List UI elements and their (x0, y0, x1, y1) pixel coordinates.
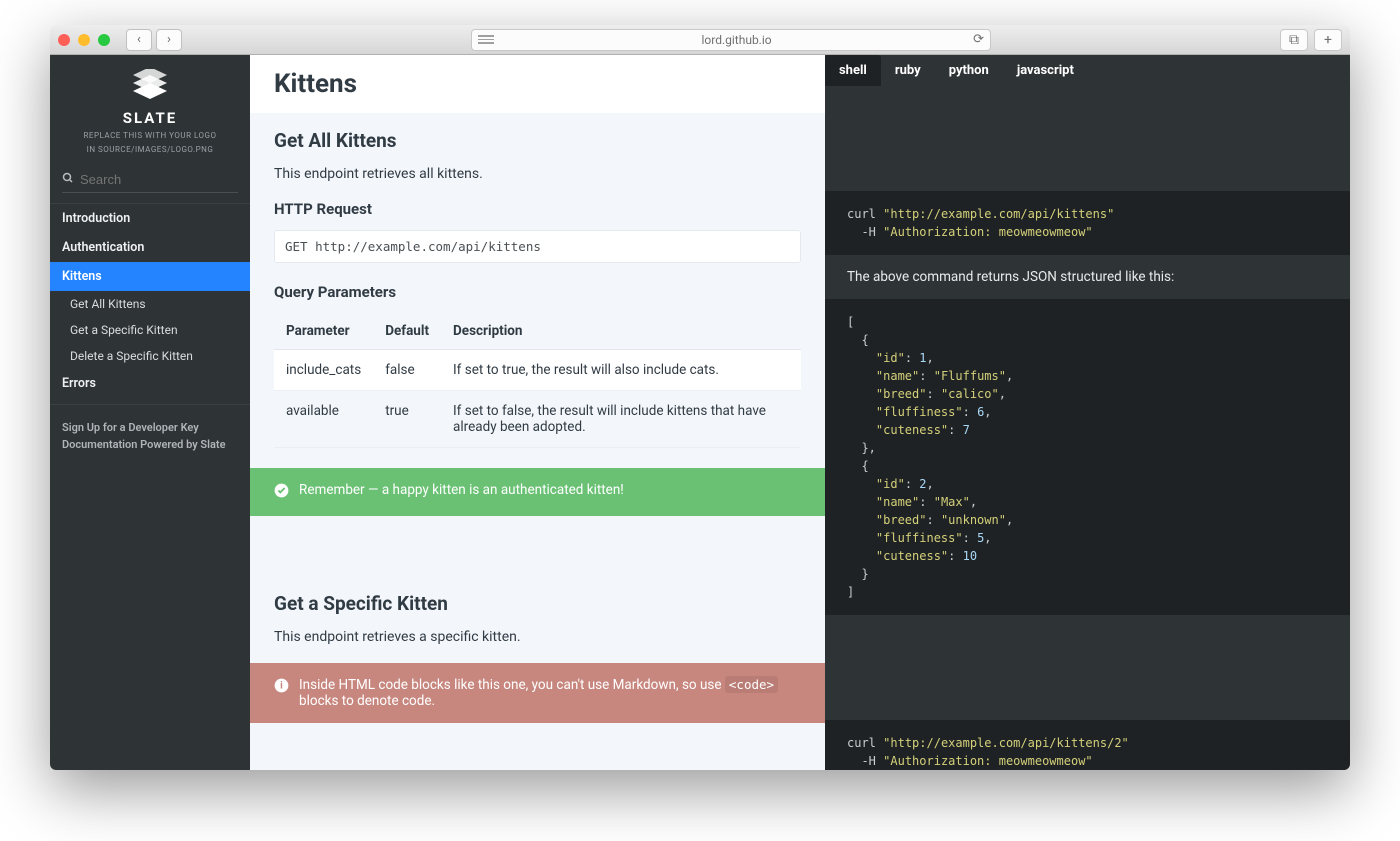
url-text: lord.github.io (500, 33, 973, 47)
nav-sub-get-specific-kitten[interactable]: Get a Specific Kitten (50, 317, 250, 343)
tok: "http://example.com/api/kittens/2" (883, 736, 1129, 750)
address-bar-wrap: lord.github.io ⟳ (182, 29, 1280, 51)
tok: curl (847, 207, 876, 221)
th-parameter: Parameter (274, 313, 373, 350)
logo-subtitle-2: IN SOURCE/IMAGES/LOGO.PNG (62, 145, 238, 155)
query-params-table: Parameter Default Description include_ca… (274, 313, 801, 448)
logo-icon (129, 69, 171, 105)
th-default: Default (373, 313, 441, 350)
nav-item-errors[interactable]: Errors (50, 369, 250, 398)
callout-warning-text: Inside HTML code blocks like this one, y… (299, 677, 801, 709)
tab-ruby[interactable]: ruby (881, 55, 935, 86)
td-desc: If set to true, the result will also inc… (441, 350, 801, 391)
check-circle-icon (274, 483, 289, 502)
table-row: include_cats false If set to true, the r… (274, 350, 801, 391)
tok: curl (847, 736, 876, 750)
nav-sub-delete-specific-kitten[interactable]: Delete a Specific Kitten (50, 343, 250, 369)
spacer (825, 615, 1350, 720)
table-header-row: Parameter Default Description (274, 313, 801, 350)
desc-get-specific: This endpoint retrieves a specific kitte… (274, 629, 801, 645)
query-params-heading: Query Parameters (274, 283, 801, 301)
table-row: available true If set to false, the resu… (274, 391, 801, 448)
section-header: Kittens (250, 55, 825, 113)
nav-item-introduction[interactable]: Introduction (50, 204, 250, 233)
spacer (825, 86, 1350, 191)
sidebar: SLATE REPLACE THIS WITH YOUR LOGO IN SOU… (50, 55, 250, 770)
tok: -H (861, 754, 875, 768)
nav-buttons: ‹ › (126, 29, 182, 51)
nav-sublist-kittens: Get All Kittens Get a Specific Kitten De… (50, 291, 250, 369)
browser-window: ‹ › lord.github.io ⟳ ⧉ + (50, 25, 1350, 770)
nav-list: Introduction Authentication Kittens Get … (50, 204, 250, 398)
td-param: available (274, 391, 373, 448)
heading-get-all: Get All Kittens (274, 129, 801, 152)
section-get-all-kittens: Get All Kittens This endpoint retrieves … (250, 113, 825, 448)
desc-get-all: This endpoint retrieves all kittens. (274, 166, 801, 182)
logo-block: SLATE REPLACE THIS WITH YOUR LOGO IN SOU… (50, 55, 250, 166)
code-panel[interactable]: shell ruby python javascript curl "http:… (825, 55, 1350, 770)
td-default: true (373, 391, 441, 448)
close-window-button[interactable] (58, 34, 70, 46)
nav-item-authentication[interactable]: Authentication (50, 233, 250, 262)
info-circle-icon: i (274, 678, 289, 697)
tab-python[interactable]: python (935, 55, 1003, 86)
json-block-1: [ { "id": 1, "name": "Fluffums", "breed"… (825, 299, 1350, 615)
search-box[interactable] (62, 172, 238, 193)
tab-javascript[interactable]: javascript (1003, 55, 1088, 86)
refresh-button[interactable]: ⟳ (973, 32, 984, 47)
callout-success-text: Remember — a happy kitten is an authenti… (299, 482, 624, 498)
callout-warn-pre: Inside HTML code blocks like this one, y… (299, 677, 722, 693)
tok: -H (861, 225, 875, 239)
th-description: Description (441, 313, 801, 350)
section-get-specific-kitten: Get a Specific Kitten This endpoint retr… (250, 576, 825, 645)
page-title: Kittens (274, 69, 801, 99)
tok: "Authorization: meowmeowmeow" (883, 754, 1093, 768)
callout-warning: i Inside HTML code blocks like this one,… (250, 663, 825, 723)
tok: "http://example.com/api/kittens" (883, 207, 1114, 221)
logo-title: SLATE (62, 109, 238, 127)
note-1: The above command returns JSON structure… (825, 255, 1350, 299)
maximize-window-button[interactable] (98, 34, 110, 46)
bottom-pad (250, 723, 825, 743)
reader-icon[interactable] (478, 35, 494, 44)
callout-warn-post: blocks to denote code. (299, 693, 435, 709)
http-request-line: GET http://example.com/api/kittens (274, 230, 801, 263)
search-icon (62, 172, 74, 188)
callout-inline-code: <code> (725, 676, 778, 693)
nav-item-kittens[interactable]: Kittens (50, 262, 250, 291)
tok: "Authorization: meowmeowmeow" (883, 225, 1093, 239)
language-tabs: shell ruby python javascript (825, 55, 1350, 86)
tabs-button[interactable]: ⧉ (1280, 29, 1308, 51)
curl-block-1: curl "http://example.com/api/kittens" -H… (825, 191, 1350, 255)
minimize-window-button[interactable] (78, 34, 90, 46)
traffic-lights (58, 34, 110, 46)
app: SLATE REPLACE THIS WITH YOUR LOGO IN SOU… (50, 55, 1350, 770)
td-desc: If set to false, the result will include… (441, 391, 801, 448)
heading-get-specific: Get a Specific Kitten (274, 592, 801, 615)
tab-shell[interactable]: shell (825, 55, 881, 86)
footer-signup-link[interactable]: Sign Up for a Developer Key (62, 419, 238, 436)
back-button[interactable]: ‹ (126, 29, 152, 51)
td-default: false (373, 350, 441, 391)
sidebar-footer: Sign Up for a Developer Key Documentatio… (50, 404, 250, 467)
new-tab-button[interactable]: + (1314, 29, 1342, 51)
td-param: include_cats (274, 350, 373, 391)
logo-subtitle-1: REPLACE THIS WITH YOUR LOGO (62, 131, 238, 141)
section-divider (250, 516, 825, 576)
http-request-heading: HTTP Request (274, 200, 801, 218)
search-input[interactable] (80, 172, 238, 187)
callout-success: Remember — a happy kitten is an authenti… (250, 468, 825, 516)
search-row (50, 166, 250, 204)
curl-block-2: curl "http://example.com/api/kittens/2" … (825, 720, 1350, 770)
content[interactable]: Kittens Get All Kittens This endpoint re… (250, 55, 825, 770)
footer-powered-link[interactable]: Documentation Powered by Slate (62, 436, 238, 453)
titlebar: ‹ › lord.github.io ⟳ ⧉ + (50, 25, 1350, 55)
forward-button[interactable]: › (156, 29, 182, 51)
svg-text:i: i (280, 681, 283, 692)
nav-sub-get-all-kittens[interactable]: Get All Kittens (50, 291, 250, 317)
address-bar[interactable]: lord.github.io ⟳ (471, 29, 991, 51)
titlebar-right: ⧉ + (1280, 29, 1342, 51)
